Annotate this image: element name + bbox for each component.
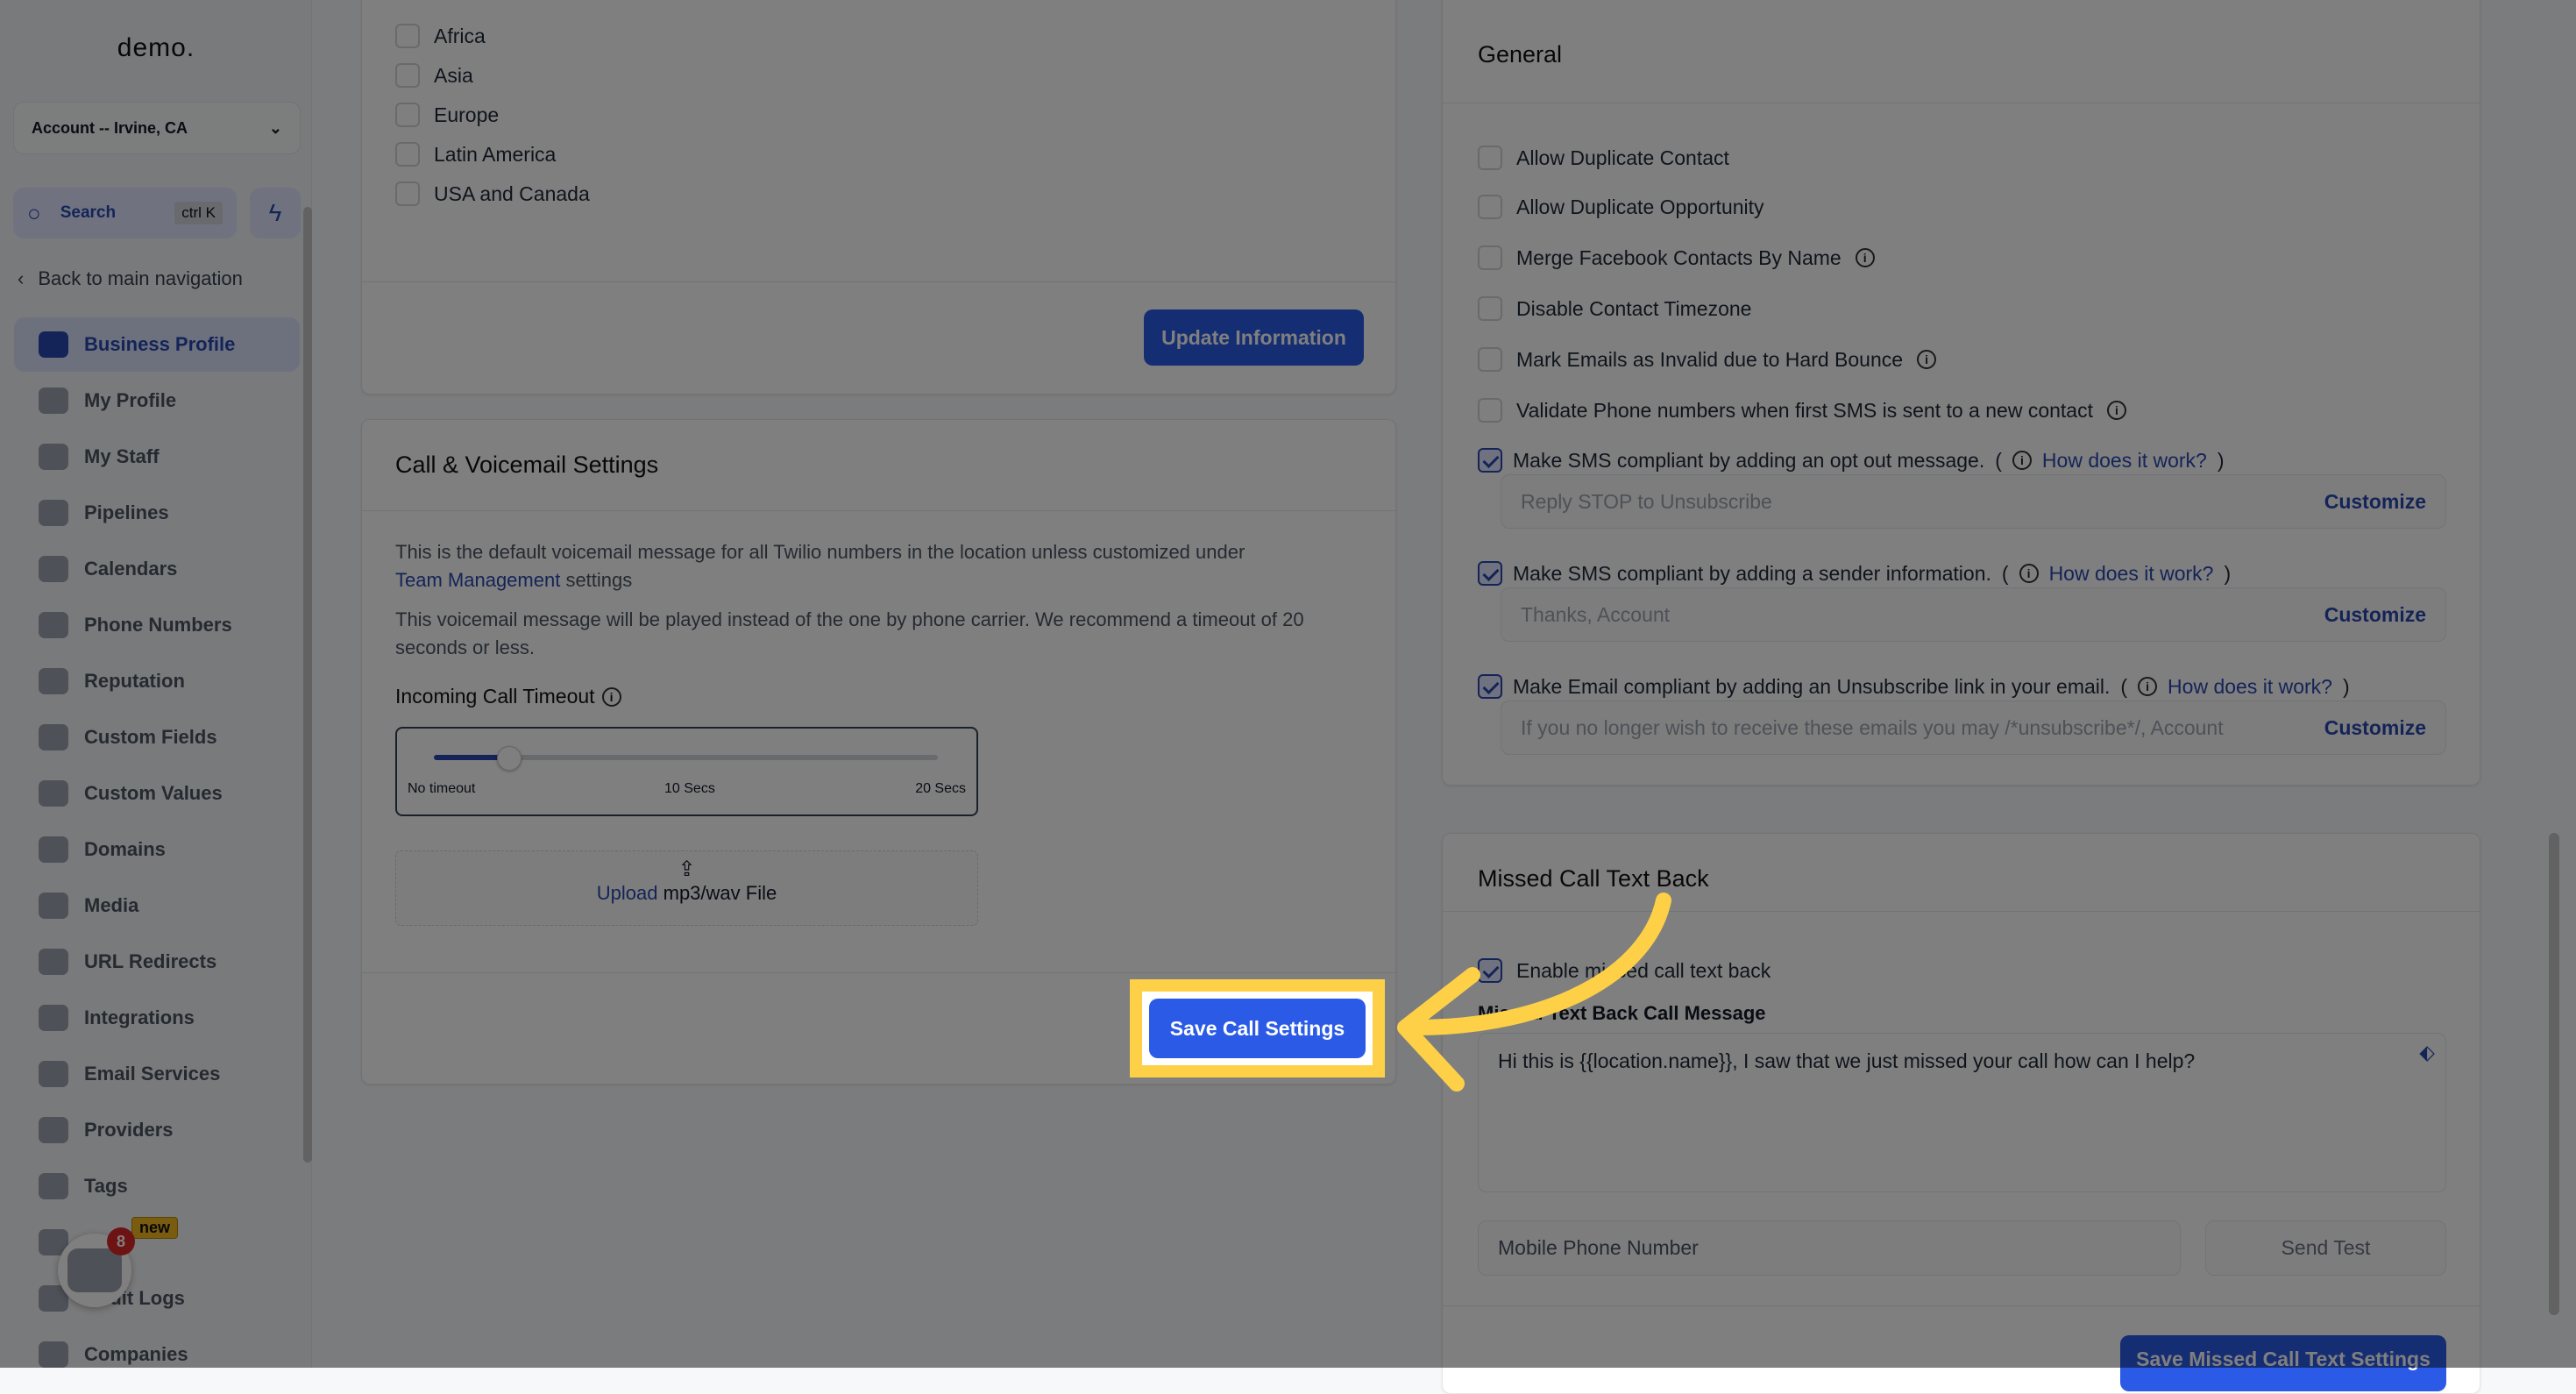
pointer-arrow-icon <box>1397 893 1671 1092</box>
